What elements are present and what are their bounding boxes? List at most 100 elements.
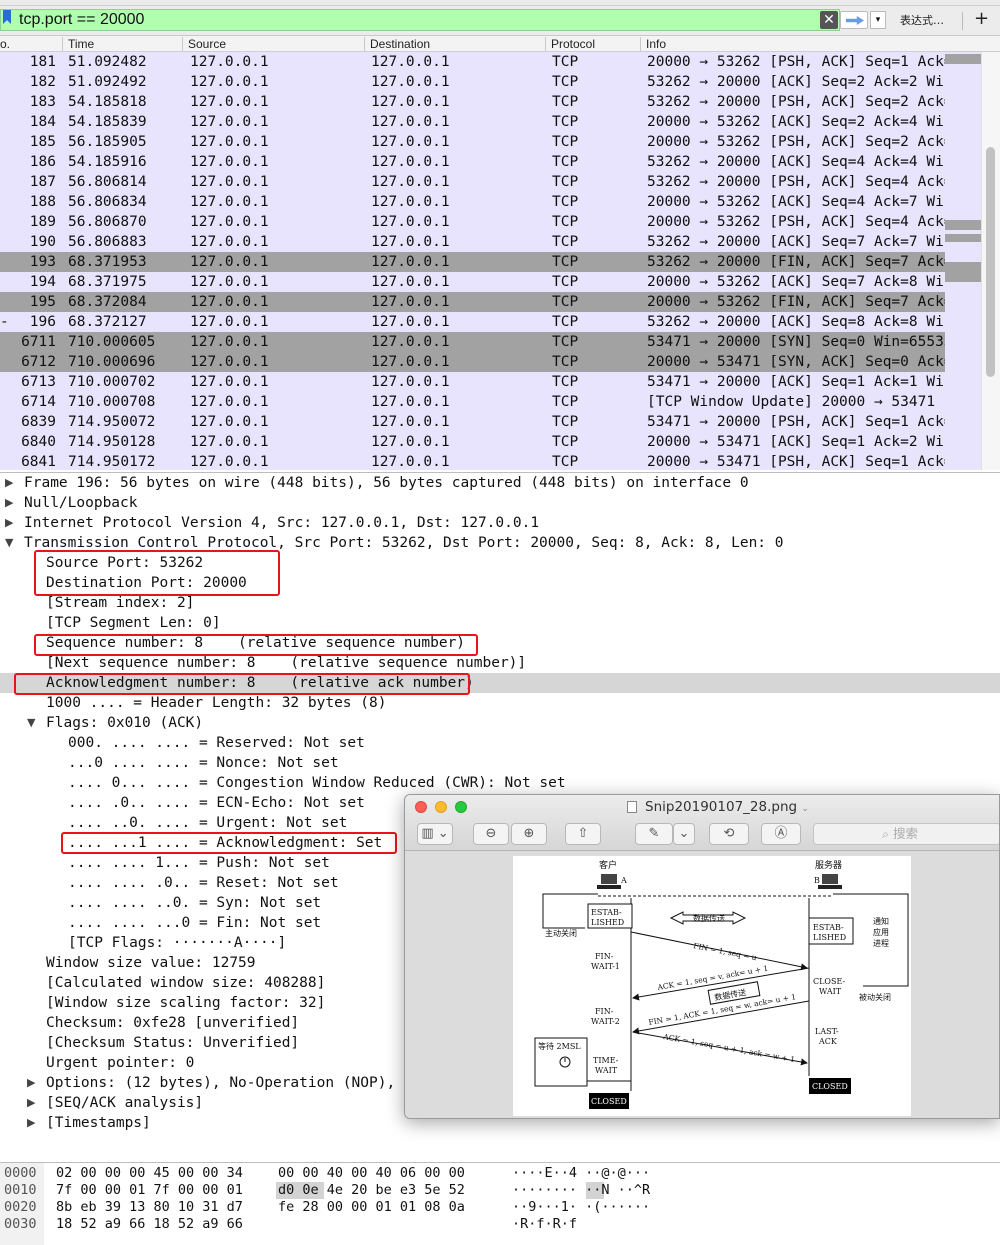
packet-row[interactable]: 186 54.185916 127.0.0.1 127.0.0.1 TCP 53262 →… bbox=[0, 152, 1000, 172]
packet-number: 6714 bbox=[21, 394, 56, 410]
packet-row[interactable]: 194 68.371975 127.0.0.1 127.0.0.1 TCP 20000 →… bbox=[0, 272, 1000, 292]
packet-row[interactable]: 189 56.806870 127.0.0.1 127.0.0.1 TCP 20000 →… bbox=[0, 212, 1000, 232]
packet-destination: 127.0.0.1 bbox=[371, 434, 450, 450]
search-placeholder: 搜索 bbox=[892, 826, 918, 841]
detail-text: [Stream index: 2] bbox=[46, 595, 195, 611]
packet-number: 181 bbox=[29, 54, 56, 70]
packet-row[interactable]: 6711 710.000605 127.0.0.1 127.0.0.1 TCP 53471… bbox=[0, 332, 1000, 352]
packet-row[interactable]: 184 54.185839 127.0.0.1 127.0.0.1 TCP 20000 →… bbox=[0, 112, 1000, 132]
packet-list[interactable]: 181 51.092482 127.0.0.1 127.0.0.1 TCP 20000 →… bbox=[0, 52, 1000, 470]
zoom-window-button[interactable] bbox=[455, 801, 467, 813]
byte-row[interactable]: 0020 8b eb 39 13 80 10 31 d7 fe 28 00 00 0… bbox=[0, 1199, 1000, 1216]
packet-row[interactable]: 190 56.806883 127.0.0.1 127.0.0.1 TCP 53262 →… bbox=[0, 232, 1000, 252]
preview-titlebar[interactable]: Snip20190107_28.png ⌄ ▥ ⌄ ⊖ ⊕ ⇧ ✎ ⌄ ⟲ Ⓐ … bbox=[405, 795, 999, 851]
column-header-source[interactable]: Source bbox=[188, 36, 226, 52]
detail-row[interactable]: ▶ Frame 196: 56 bytes on wire (448 bits),… bbox=[0, 473, 1000, 493]
zoom-out-button[interactable]: ⊖ bbox=[473, 823, 509, 845]
column-divider[interactable] bbox=[640, 37, 641, 51]
packet-row[interactable]: 195 68.372084 127.0.0.1 127.0.0.1 TCP 20000 →… bbox=[0, 292, 1000, 312]
collapsed-triangle-icon[interactable]: ▶ bbox=[27, 1093, 35, 1113]
packet-row[interactable]: 185 56.185905 127.0.0.1 127.0.0.1 TCP 20000 →… bbox=[0, 132, 1000, 152]
packet-number: 6712 bbox=[21, 354, 56, 370]
markup-dropdown-button[interactable]: ⌄ bbox=[673, 823, 695, 845]
collapsed-triangle-icon[interactable]: ▶ bbox=[5, 493, 13, 513]
close-window-button[interactable] bbox=[415, 801, 427, 813]
detail-row[interactable]: .... 0... .... = Congestion Window Reduc… bbox=[0, 773, 1000, 793]
expression-button[interactable]: 表达式… bbox=[900, 12, 944, 28]
byte-row[interactable]: 0010 7f 00 00 01 7f 00 00 01 d0 0e 4e 20 b… bbox=[0, 1182, 1000, 1199]
add-filter-button[interactable]: + bbox=[974, 8, 989, 29]
packet-time: 54.185916 bbox=[68, 154, 147, 170]
column-divider[interactable] bbox=[62, 37, 63, 51]
packet-row[interactable]: 6841 714.950172 127.0.0.1 127.0.0.1 TCP 20000… bbox=[0, 452, 1000, 470]
filter-history-dropdown[interactable]: ▾ bbox=[870, 11, 886, 29]
byte-row[interactable]: 0030 18 52 a9 66 18 52 a9 66 ·R·f·R·f bbox=[0, 1216, 1000, 1233]
markup-toolbar-button[interactable]: Ⓐ bbox=[761, 823, 801, 845]
packet-row[interactable]: 6713 710.000702 127.0.0.1 127.0.0.1 TCP 53471… bbox=[0, 372, 1000, 392]
collapsed-triangle-icon[interactable]: ▶ bbox=[5, 513, 13, 533]
expanded-triangle-icon[interactable]: ▼ bbox=[27, 713, 35, 733]
packet-row[interactable]: 182 51.092492 127.0.0.1 127.0.0.1 TCP 53262 →… bbox=[0, 72, 1000, 92]
packet-bytes-pane[interactable]: 0000 02 00 00 00 45 00 00 34 00 00 40 00 4… bbox=[0, 1162, 1000, 1245]
rotate-button[interactable]: ⟲ bbox=[709, 823, 749, 845]
packet-row[interactable]: 196 68.372127 127.0.0.1 127.0.0.1 TCP 53262 →… bbox=[0, 312, 1000, 332]
packet-row[interactable]: 6712 710.000696 127.0.0.1 127.0.0.1 TCP 20000… bbox=[0, 352, 1000, 372]
packet-list-scrollbar[interactable] bbox=[981, 52, 1000, 470]
detail-row[interactable]: ...0 .... .... = Nonce: Not set bbox=[0, 753, 1000, 773]
hex-bytes-left: 18 52 a9 66 18 52 a9 66 bbox=[56, 1216, 243, 1232]
packet-number: 182 bbox=[29, 74, 56, 90]
preview-search-field[interactable]: ⌕ 搜索 bbox=[813, 823, 999, 845]
packet-source: 127.0.0.1 bbox=[190, 74, 269, 90]
packet-destination: 127.0.0.1 bbox=[371, 354, 450, 370]
clear-filter-button[interactable]: ✕ bbox=[820, 11, 838, 29]
notify-app-label-1: 通知 bbox=[873, 916, 889, 926]
chevron-down-icon[interactable]: ⌄ bbox=[801, 804, 809, 814]
packet-row[interactable]: 181 51.092482 127.0.0.1 127.0.0.1 TCP 20000 →… bbox=[0, 52, 1000, 72]
packet-destination: 127.0.0.1 bbox=[371, 454, 450, 470]
detail-row[interactable]: [Stream index: 2] bbox=[0, 593, 1000, 613]
column-header-protocol[interactable]: Protocol bbox=[551, 36, 595, 52]
packet-row[interactable]: 183 54.185818 127.0.0.1 127.0.0.1 TCP 53262 →… bbox=[0, 92, 1000, 112]
column-header-no[interactable]: o. bbox=[0, 36, 10, 52]
packet-minimap[interactable] bbox=[945, 52, 981, 470]
column-divider[interactable] bbox=[545, 37, 546, 51]
preview-canvas[interactable]: 客户 A 服务器 B ESTAB- LISHED FIN- WAIT-1 FIN… bbox=[405, 851, 999, 1118]
detail-row[interactable]: [TCP Segment Len: 0] bbox=[0, 613, 1000, 633]
packet-row[interactable]: 193 68.371953 127.0.0.1 127.0.0.1 TCP 53262 →… bbox=[0, 252, 1000, 272]
packet-row[interactable]: 6840 714.950128 127.0.0.1 127.0.0.1 TCP 20000… bbox=[0, 432, 1000, 452]
minimize-window-button[interactable] bbox=[435, 801, 447, 813]
column-header-info[interactable]: Info bbox=[646, 36, 666, 52]
column-header-time[interactable]: Time bbox=[68, 36, 94, 52]
detail-row[interactable]: 000. .... .... = Reserved: Not set bbox=[0, 733, 1000, 753]
column-header-destination[interactable]: Destination bbox=[370, 36, 430, 52]
detail-row[interactable]: ▼ Flags: 0x010 (ACK) bbox=[0, 713, 1000, 733]
packet-row[interactable]: 187 56.806814 127.0.0.1 127.0.0.1 TCP 53262 →… bbox=[0, 172, 1000, 192]
column-divider[interactable] bbox=[182, 37, 183, 51]
detail-row[interactable]: [Next sequence number: 8 (relative seque… bbox=[0, 653, 1000, 673]
detail-row[interactable]: 1000 .... = Header Length: 32 bytes (8) bbox=[0, 693, 1000, 713]
preview-window-title[interactable]: Snip20190107_28.png ⌄ bbox=[625, 799, 809, 815]
detail-text: .... .... ..0. = Syn: Not set bbox=[68, 895, 322, 911]
byte-row[interactable]: 0000 02 00 00 00 45 00 00 34 00 00 40 00 4… bbox=[0, 1165, 1000, 1182]
packet-row[interactable]: 188 56.806834 127.0.0.1 127.0.0.1 TCP 20000 →… bbox=[0, 192, 1000, 212]
display-filter-input[interactable]: tcp.port == 20000 bbox=[0, 9, 840, 31]
scrollbar-thumb[interactable] bbox=[986, 147, 995, 377]
packet-row[interactable]: 6714 710.000708 127.0.0.1 127.0.0.1 TCP [TCP … bbox=[0, 392, 1000, 412]
detail-row[interactable]: ▶ Null/Loopback bbox=[0, 493, 1000, 513]
expanded-triangle-icon[interactable]: ▼ bbox=[5, 533, 13, 553]
collapsed-triangle-icon[interactable]: ▶ bbox=[27, 1113, 35, 1133]
share-button[interactable]: ⇧ bbox=[565, 823, 601, 845]
detail-row[interactable]: ▶ Internet Protocol Version 4, Src: 127.0… bbox=[0, 513, 1000, 533]
column-divider[interactable] bbox=[364, 37, 365, 51]
packet-row[interactable]: 6839 714.950072 127.0.0.1 127.0.0.1 TCP 53471… bbox=[0, 412, 1000, 432]
markup-pen-button[interactable]: ✎ bbox=[635, 823, 673, 845]
collapsed-triangle-icon[interactable]: ▶ bbox=[27, 1073, 35, 1093]
preview-window[interactable]: Snip20190107_28.png ⌄ ▥ ⌄ ⊖ ⊕ ⇧ ✎ ⌄ ⟲ Ⓐ … bbox=[404, 794, 1000, 1119]
packet-source: 127.0.0.1 bbox=[190, 394, 269, 410]
packet-protocol: TCP bbox=[552, 254, 579, 270]
sidebar-toggle-button[interactable]: ▥ ⌄ bbox=[417, 823, 453, 845]
apply-filter-button[interactable] bbox=[840, 11, 868, 29]
zoom-in-button[interactable]: ⊕ bbox=[511, 823, 547, 845]
packet-info: 53262 → 20000 [ACK] Seq=4 Ack=4 Wir bbox=[647, 154, 953, 170]
collapsed-triangle-icon[interactable]: ▶ bbox=[5, 473, 13, 493]
